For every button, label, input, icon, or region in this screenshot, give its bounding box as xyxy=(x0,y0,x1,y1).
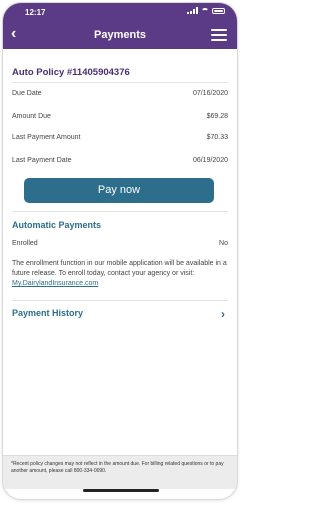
row-label: Due Date xyxy=(12,90,42,97)
row-value: No xyxy=(219,240,228,247)
divider xyxy=(12,82,228,83)
home-indicator[interactable] xyxy=(83,489,159,492)
battery-icon xyxy=(212,7,225,14)
enrollment-text: The enrollment function in our mobile ap… xyxy=(12,260,227,277)
row-label: Enrolled xyxy=(12,240,38,247)
amount-due-row: Amount Due $69.28 xyxy=(12,113,228,120)
payment-history-title[interactable]: Payment History xyxy=(12,308,83,318)
policy-title: Auto Policy #11405904376 xyxy=(12,67,130,78)
signal-icon xyxy=(187,7,198,14)
row-label: Last Payment Amount xyxy=(12,134,81,141)
row-value: $70.33 xyxy=(206,134,228,141)
chevron-right-icon[interactable]: › xyxy=(221,307,225,321)
enrolled-row: Enrolled No xyxy=(12,240,228,247)
hamburger-menu-icon[interactable] xyxy=(211,29,227,41)
status-time: 12:17 xyxy=(25,8,46,17)
row-value: 06/19/2020 xyxy=(192,157,228,164)
footer-note: *Recent policy changes may not reflect i… xyxy=(3,455,237,489)
last-payment-date-row: Last Payment Date 06/19/2020 xyxy=(12,157,228,164)
enrollment-message: The enrollment function in our mobile ap… xyxy=(12,259,228,289)
due-date-row: Due Date 07/16/2020 xyxy=(12,90,228,97)
row-value: 07/16/2020 xyxy=(192,90,228,97)
row-label: Last Payment Date xyxy=(12,157,72,164)
automatic-payments-title: Automatic Payments xyxy=(12,220,102,230)
pay-now-button[interactable]: Pay now xyxy=(24,178,214,203)
footer-text: *Recent policy changes may not reflect i… xyxy=(11,461,224,474)
phone-screen: 12:17 ‹ Payments Auto Policy #1140590437… xyxy=(3,3,237,499)
status-bar: 12:17 xyxy=(3,3,237,21)
page-title: Payments xyxy=(94,29,146,41)
wifi-icon xyxy=(201,7,209,14)
last-payment-amount-row: Last Payment Amount $70.33 xyxy=(12,134,228,141)
divider xyxy=(12,211,228,212)
divider xyxy=(12,300,228,301)
row-value: $69.28 xyxy=(206,113,228,120)
status-icons xyxy=(187,7,225,14)
nav-bar: ‹ Payments xyxy=(3,21,237,49)
row-label: Amount Due xyxy=(12,113,51,120)
dairyland-link[interactable]: My.DairylandInsurance.com xyxy=(12,280,98,287)
